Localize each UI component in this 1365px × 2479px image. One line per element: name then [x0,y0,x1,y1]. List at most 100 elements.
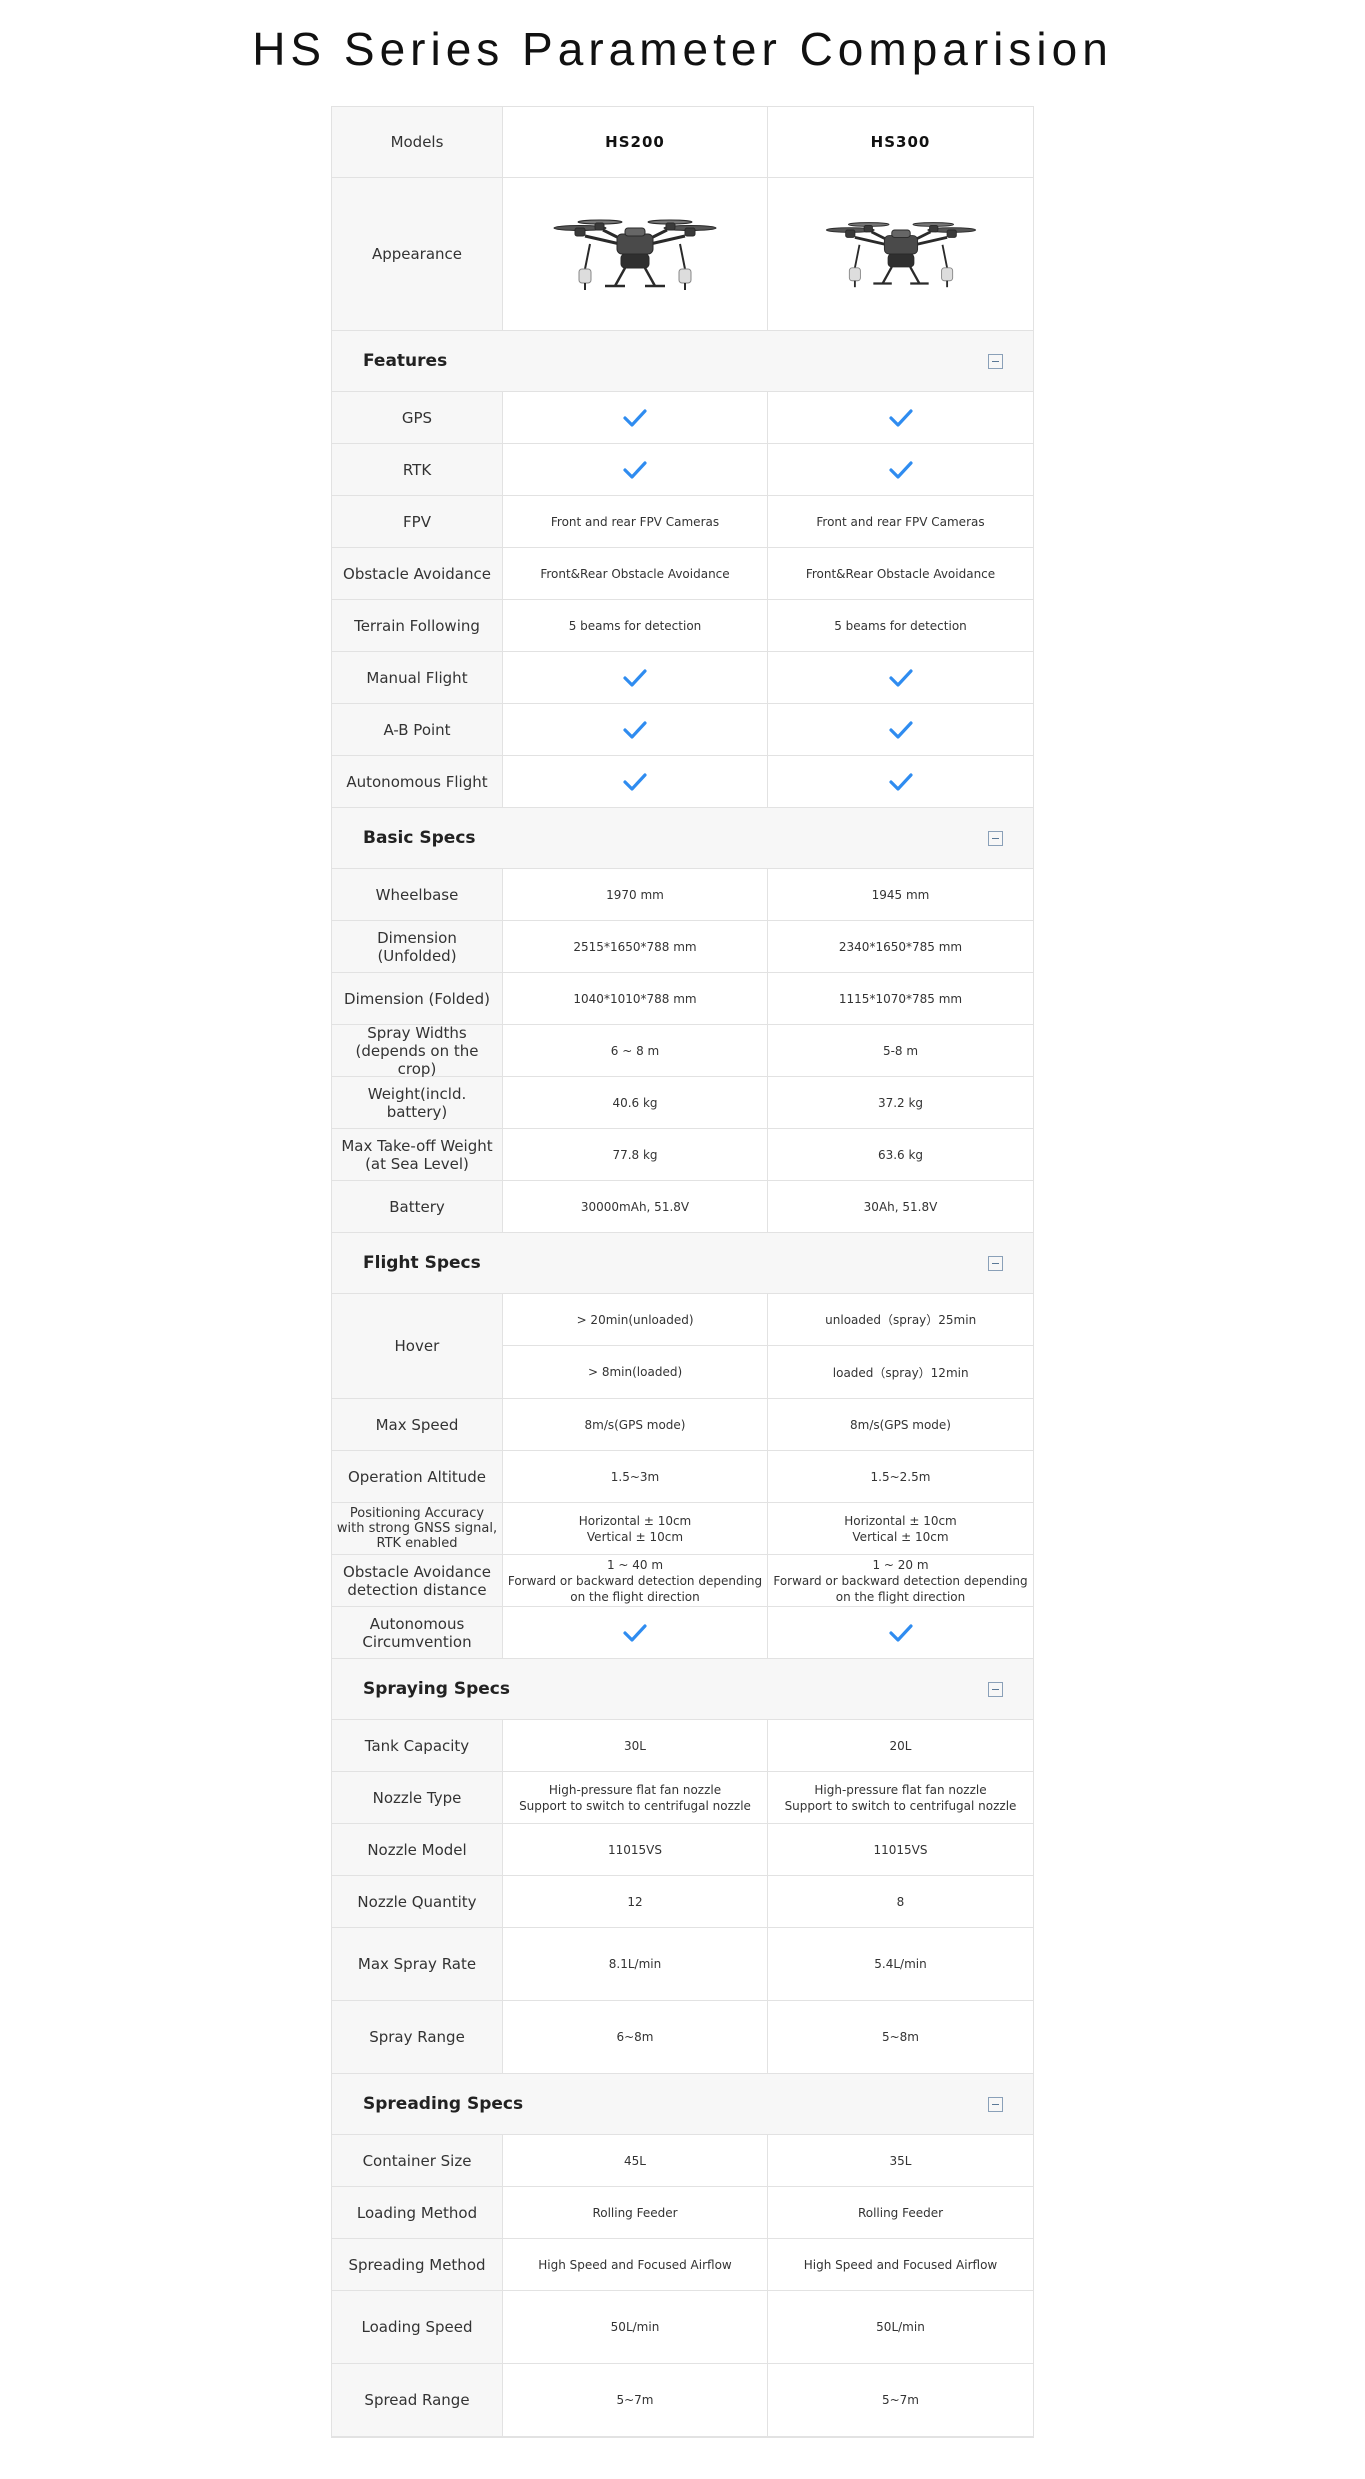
spec-value: > 20min(unloaded) [502,1294,768,1346]
spec-value-hs300: 5~7m [881,2393,919,2407]
spec-label: Dimension (Folded) [332,973,503,1024]
spec-label: Autonomous Flight [332,756,503,807]
spec-label: Tank Capacity [332,1720,503,1771]
spec-label: Spray Range [332,2001,503,2073]
spec-value-hs300: Rolling Feeder [857,2205,944,2220]
spec-label: Nozzle Model [332,1824,503,1875]
spec-label: Loading Method [332,2187,503,2238]
spec-label: Operation Altitude [332,1451,503,1502]
drone-image-hs200 [503,178,768,330]
checkmark-icon [888,460,913,480]
checkmark-icon [888,1623,913,1643]
models-row: Models HS200 HS300 [332,107,1033,178]
spec-row: Loading Speed 50L/min 50L/min [332,2291,1033,2364]
spec-label: Obstacle Avoidance [332,548,503,599]
spec-value-hs200: High-pressure flat fan nozzle Support to… [503,1772,768,1823]
checkmark-icon [623,460,647,480]
page-title: HS Series Parameter Comparision [252,23,1113,75]
spec-label: Obstacle Avoidance detection distance [332,1555,503,1606]
spec-row: A-B Point [332,704,1033,756]
spec-value-hs200 [503,1607,768,1658]
section-header[interactable]: Spreading Specs [332,2074,1033,2135]
spec-label: RTK [332,444,503,495]
spec-row: Positioning Accuracy with strong GNSS si… [332,1503,1033,1555]
spec-row: Max Take-off Weight (at Sea Level) 77.8 k… [332,1129,1033,1181]
spec-value: > 8min(loaded) [587,1365,683,1379]
spec-row: Manual Flight [332,652,1033,704]
section-title: Flight Specs [363,1253,481,1273]
section-header[interactable]: Features [332,331,1033,392]
spec-value-hs200 [503,392,768,443]
spec-value-hs200: 1970 mm [503,869,768,920]
spec-value-hs200: 5~7m [503,2364,768,2436]
spec-label: Container Size [332,2135,503,2186]
spec-value-hs300: High-pressure flat fan nozzle Support to… [784,1782,1017,1813]
spec-label: Loading Speed [332,2291,503,2363]
spec-value-hs200: 30000mAh, 51.8V [503,1181,768,1232]
checkmark-icon [623,1623,647,1643]
models-label: Models [332,107,503,177]
collapse-icon[interactable] [988,2096,1003,2112]
spec-value-hs300: 30Ah, 51.8V [863,1199,938,1214]
checkmark-icon [623,772,647,792]
spec-value-hs300: 37.2 kg [877,1095,924,1110]
spec-row: Dimension (Folded) 1040*1010*788 mm 1115*1… [332,973,1033,1025]
section-header[interactable]: Basic Specs [332,808,1033,869]
spec-label: Autonomous Circumvention [332,1607,503,1658]
spec-value-hs200 [503,652,768,703]
spec-label: Spray Widths (depends on the crop) [332,1024,503,1078]
spec-value-hs200: 5 beams for detection [503,600,768,651]
spec-label: FPV [332,496,503,547]
spec-value-hs300: 11015VS [873,1842,928,1857]
spec-row: Loading Method Rolling Feeder Rolling Feed… [332,2187,1033,2239]
spec-value-hs300 [768,756,1033,807]
spec-row: RTK [332,444,1033,496]
spec-value-hs200: 8.1L/min [503,1928,768,2000]
spec-label: Spread Range [332,2364,503,2436]
section-header[interactable]: Flight Specs [332,1233,1033,1294]
spec-value-hs300 [768,704,1033,755]
collapse-icon[interactable] [988,1681,1003,1697]
spec-value-hs200: 12 [503,1876,768,1927]
model-name-hs200: HS200 [503,107,768,177]
spec-row: Autonomous Flight [332,756,1033,808]
checkmark-icon [888,668,913,688]
drone-image-hs300 [768,178,1033,330]
spec-value-hs300: 1115*1070*785 mm [838,991,963,1006]
spec-value-hs300: 2340*1650*785 mm [838,939,963,954]
spec-label: Nozzle Quantity [332,1876,503,1927]
collapse-icon[interactable] [988,1255,1003,1271]
spec-value-hs300 [768,392,1033,443]
checkmark-icon [623,408,647,428]
spec-value-hs200: Front&Rear Obstacle Avoidance [503,548,768,599]
spec-label: Manual Flight [332,652,503,703]
collapse-icon[interactable] [988,830,1003,846]
spec-value-hs300: 20L [889,1738,912,1753]
spec-row: Spread Range 5~7m 5~7m [332,2364,1033,2437]
section-title: Features [363,351,448,371]
checkmark-icon [623,668,647,688]
spec-value-hs200: 77.8 kg [503,1129,768,1180]
spec-label: Max Speed [332,1399,503,1450]
collapse-icon[interactable] [988,353,1003,369]
spec-value-hs300 [768,1607,1033,1658]
section-header[interactable]: Spraying Specs [332,1659,1033,1720]
spec-value-hs200: 6~8m [503,2001,768,2073]
spec-value-hs300: High Speed and Focused Airflow [803,2257,998,2272]
spec-row: Nozzle Quantity 12 8 [332,1876,1033,1928]
spec-row: Spray Widths (depends on the crop) 6 ~ 8 … [332,1024,1033,1078]
spec-label: Battery [332,1181,503,1232]
spec-value-hs300: 1.5~2.5m [870,1469,931,1484]
spec-value-hs300 [768,444,1033,495]
spec-value-hs300: 5 beams for detection [834,618,967,633]
checkmark-icon [888,720,913,740]
spec-value-hs300: 8m/s(GPS mode) [850,1417,951,1432]
checkmark-icon [888,408,913,428]
spec-value-hs200 [503,704,768,755]
spec-label: Max Spray Rate [332,1928,503,2000]
spec-row: Nozzle Model 11015VS 11015VS [332,1824,1033,1876]
spec-value-split: > 20min(unloaded) > 8min(loaded) [502,1294,769,1398]
spec-label: Max Take-off Weight (at Sea Level) [332,1129,503,1180]
spec-value-hs300: Horizontal ± 10cm Vertical ± 10cm [844,1513,957,1544]
spec-value-hs300 [768,652,1033,703]
